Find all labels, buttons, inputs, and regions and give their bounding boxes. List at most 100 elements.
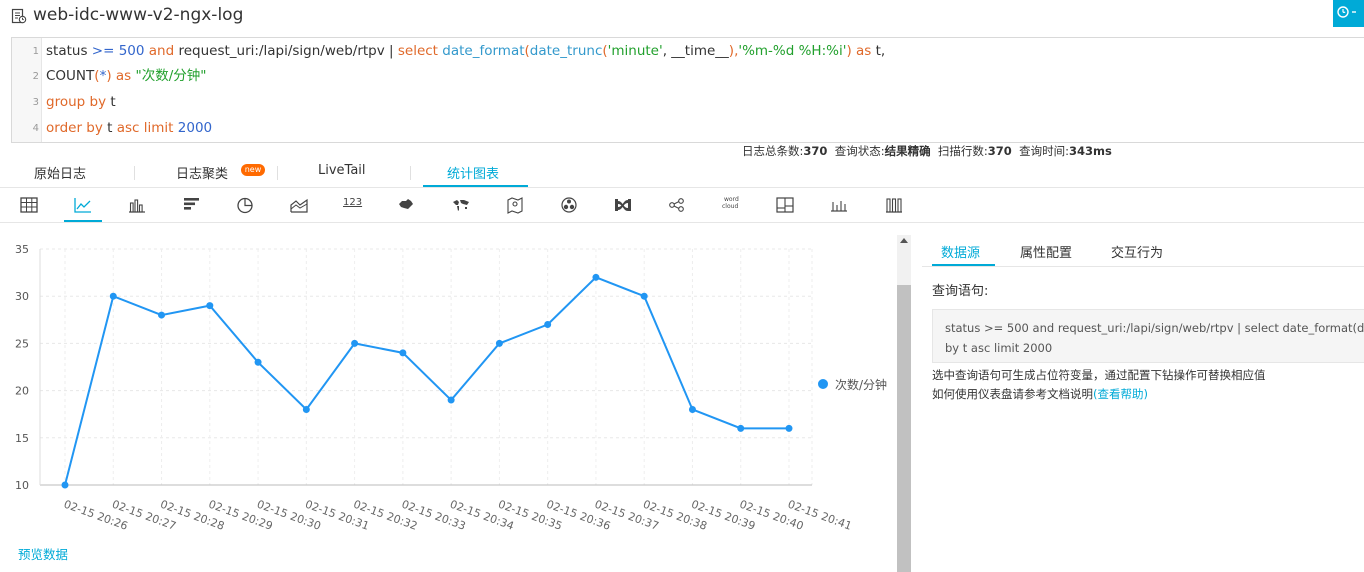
query-token: limit — [143, 120, 174, 136]
data-point — [109, 292, 117, 300]
scanned-value: 370 — [987, 144, 1012, 158]
chart-scrollbar[interactable] — [897, 235, 911, 572]
query-statement-line: by t asc limit 2000 — [945, 341, 1053, 355]
data-point — [640, 292, 648, 300]
legend-label: 次数/分钟 — [835, 377, 887, 392]
logstore-icon — [11, 8, 27, 24]
china-map-icon[interactable] — [396, 196, 416, 214]
query-editor[interactable]: 1 2 3 4 status >= 500 and request_uri:/lapi… — [11, 37, 1364, 143]
logstore-title: web-idc-www-v2-ngx-log — [33, 5, 244, 25]
tab-data-source[interactable]: 数据源 — [941, 242, 980, 261]
query-token: request_uri:/lapi/sign/web/rtpv | — [174, 43, 398, 59]
treemap-chart-icon[interactable] — [775, 196, 795, 214]
chart-area: 10 15 20 25 30 35 02-15 20:26 02-15 20:27 02-15 … — [0, 224, 897, 572]
total-value: 370 — [803, 144, 828, 158]
query-token: ), — [728, 43, 739, 59]
y-tick-label: 20 — [15, 385, 29, 398]
query-token: t, — [871, 43, 886, 59]
line-number: 4 — [32, 123, 39, 134]
single-value-chart-icon[interactable]: 123 — [342, 197, 364, 215]
bar-chart-icon[interactable] — [127, 196, 147, 214]
query-token: 'minute' — [607, 43, 663, 59]
query-token: asc — [116, 120, 140, 136]
status-label: 查询状态: — [834, 144, 885, 158]
docs-hint-text: 如何使用仪表盘请参考文档说明 — [932, 387, 1093, 401]
query-token: and — [148, 43, 175, 59]
tree-chart-icon[interactable] — [667, 196, 687, 214]
tab-interaction[interactable]: 交互行为 — [1111, 242, 1163, 261]
view-help-link[interactable]: (查看帮助) — [1093, 387, 1148, 401]
title-bar: web-idc-www-v2-ngx-log — [0, 0, 1364, 36]
scroll-up-arrow-icon[interactable] — [900, 238, 908, 243]
scrollbar-thumb[interactable] — [897, 285, 911, 572]
clock-icon — [1337, 6, 1356, 18]
query-statement-line: status >= 500 and request_uri:/lapi/sign… — [945, 321, 1364, 335]
query-token: COUNT — [46, 68, 95, 84]
pie-chart-icon[interactable] — [235, 196, 255, 214]
status-value: 结果精确 — [884, 144, 931, 158]
query-token: "次数/分钟" — [135, 68, 207, 84]
tab-livetail[interactable]: LiveTail — [318, 163, 366, 178]
data-point — [737, 424, 745, 432]
flow-chart-icon[interactable] — [559, 196, 579, 214]
docs-hint: 如何使用仪表盘请参考文档说明(查看帮助) — [932, 386, 1148, 402]
placeholder-hint: 选中查询语句可生成占位符变量，通过配置下钻操作可替换相应值 — [932, 368, 1266, 382]
line-chart-icon[interactable] — [73, 196, 93, 214]
scanned-label: 扫描行数: — [937, 144, 988, 158]
horizontal-bar-chart-icon[interactable] — [182, 196, 202, 214]
table-chart-icon[interactable] — [19, 196, 39, 214]
line-number-gutter: 1 2 3 4 — [12, 38, 42, 142]
tab-charts[interactable]: 统计图表 — [447, 163, 499, 182]
word-cloud-label-top: word — [724, 196, 739, 203]
query-token: date_trunc — [529, 43, 603, 59]
query-token: order — [46, 120, 82, 136]
series-line — [64, 276, 789, 486]
preview-data-link[interactable]: 预览数据 — [18, 544, 68, 563]
tab-divider — [277, 166, 278, 180]
tab-divider — [410, 166, 411, 180]
tab-log-cluster[interactable]: 日志聚类 — [176, 163, 228, 182]
line-number: 1 — [32, 46, 39, 57]
query-token: select — [397, 43, 438, 59]
data-point — [688, 405, 696, 413]
area-chart-icon[interactable] — [289, 196, 309, 214]
chart-type-toolbar: 123 word cloud — [0, 189, 1364, 223]
tab-properties[interactable]: 属性配置 — [1020, 242, 1072, 261]
result-tabs: 原始日志 日志聚类 LiveTail 统计图表 — [0, 157, 1364, 188]
tab-divider — [134, 166, 135, 180]
query-token: '%m-%d %H:%i' — [738, 43, 847, 59]
query-line: group by t — [46, 94, 116, 110]
active-tab-indicator — [423, 185, 528, 187]
geo-map-icon[interactable] — [505, 196, 525, 214]
chart-config-panel: 数据源 属性配置 交互行为 查询语句: status >= 500 and re… — [922, 224, 1364, 572]
line-number: 2 — [32, 71, 39, 82]
query-token: 500 — [118, 43, 145, 59]
query-token: as — [856, 43, 872, 59]
query-line: COUNT(*) as "次数/分钟" — [46, 68, 206, 84]
column-chart-icon[interactable] — [884, 196, 904, 214]
data-point — [206, 302, 214, 310]
sankey-chart-icon[interactable] — [613, 196, 633, 214]
active-chart-indicator — [64, 220, 102, 222]
query-token: >= — [91, 43, 115, 59]
word-cloud-icon[interactable]: word cloud — [720, 196, 744, 215]
data-point — [302, 405, 310, 413]
legend-marker — [818, 379, 828, 389]
tab-raw-logs[interactable]: 原始日志 — [34, 163, 86, 182]
data-point — [351, 339, 359, 347]
timeline-chart-icon[interactable] — [829, 196, 849, 214]
query-line: status >= 500 and request_uri:/lapi/sign… — [46, 43, 885, 59]
time-value: 343ms — [1068, 144, 1112, 158]
app: web-idc-www-v2-ngx-log 1234 status >= 50… — [0, 0, 1364, 572]
data-point — [495, 339, 503, 347]
world-map-icon[interactable] — [451, 196, 471, 214]
single-value-label: 123 — [343, 197, 363, 208]
data-point — [254, 358, 262, 366]
time-range-button[interactable] — [1333, 0, 1364, 27]
line-number: 3 — [32, 97, 39, 108]
data-point — [544, 321, 552, 329]
data-point — [61, 481, 69, 489]
query-token: status — [46, 43, 92, 59]
query-statement-box[interactable]: status >= 500 and request_uri:/lapi/sign… — [932, 309, 1364, 363]
query-token: t — [102, 120, 117, 136]
